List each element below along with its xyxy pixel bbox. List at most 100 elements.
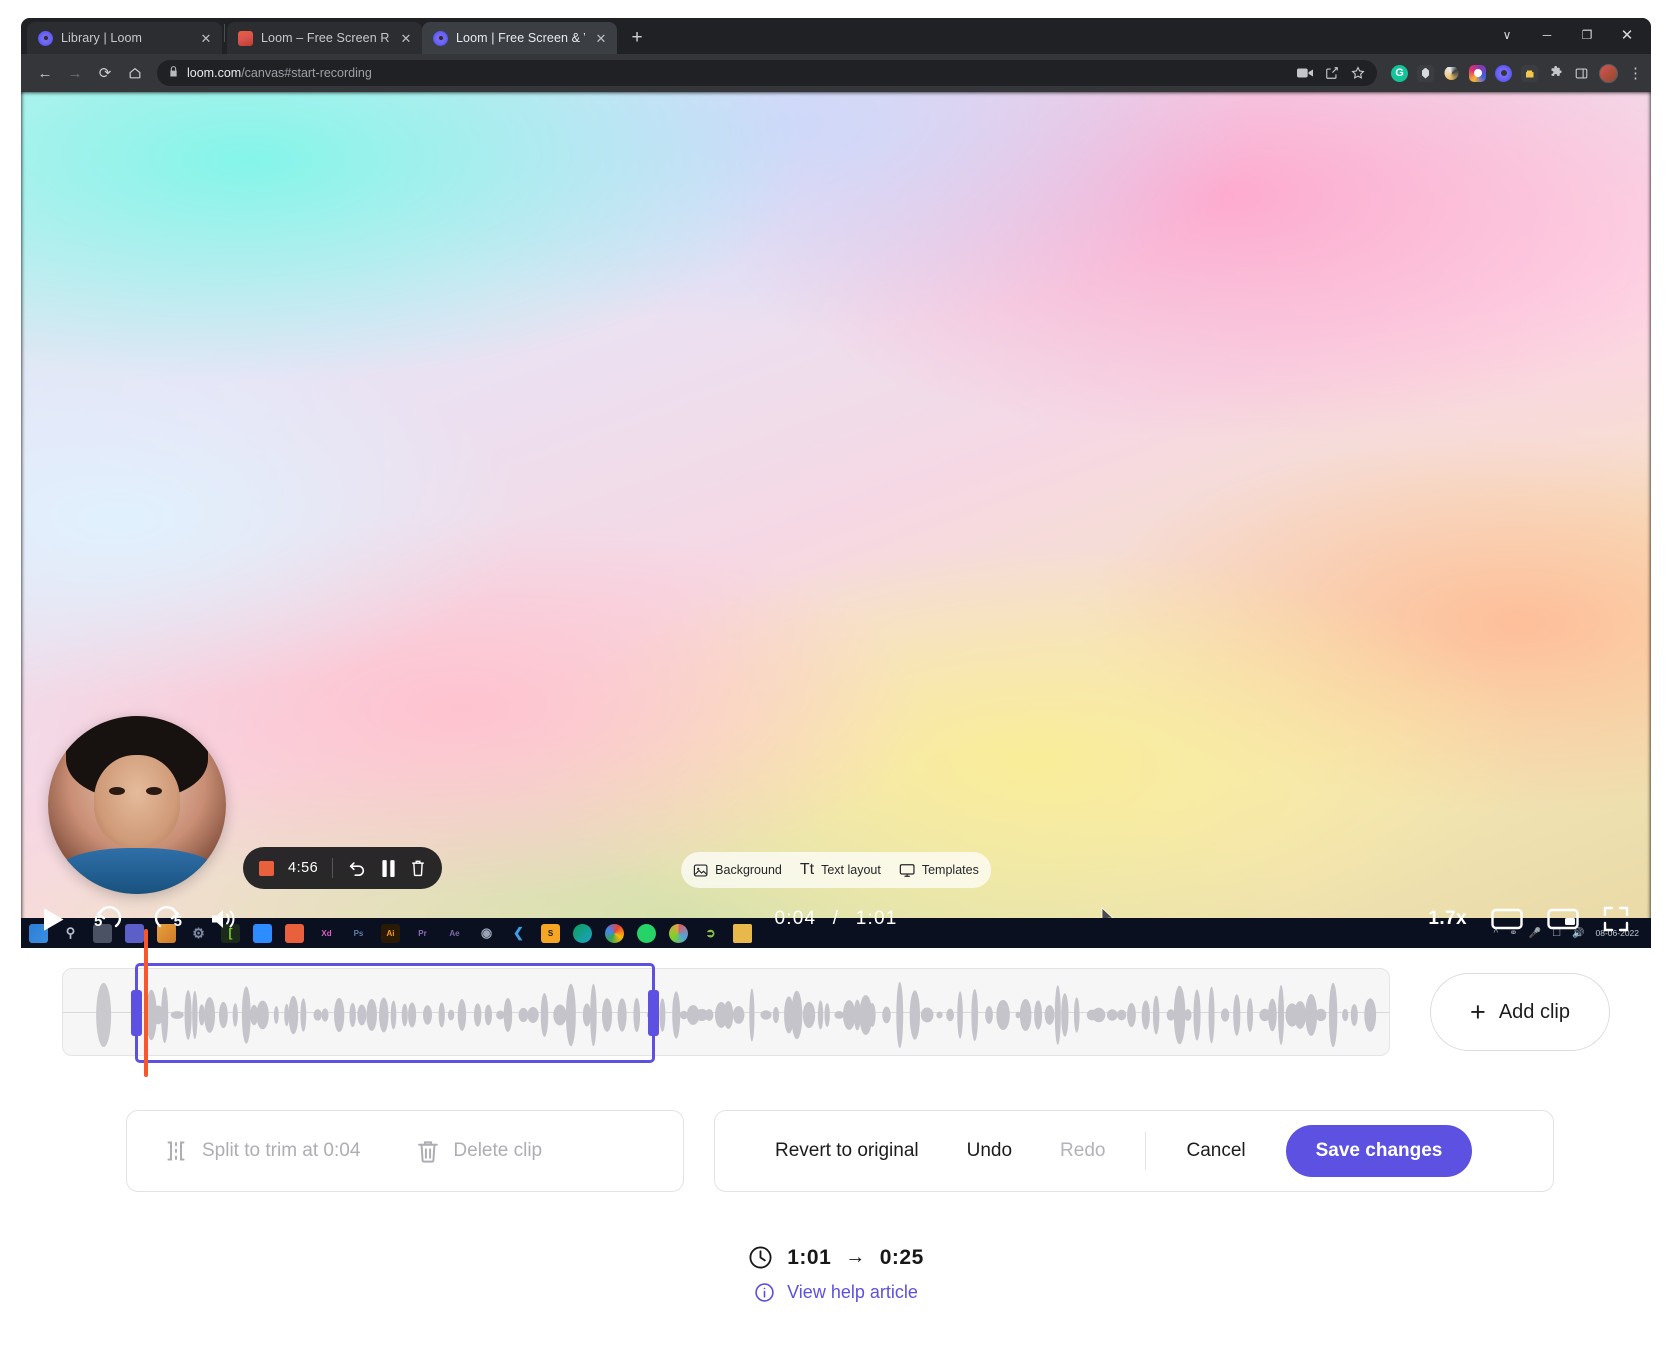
loom-icon bbox=[433, 30, 448, 46]
theater-mode-icon[interactable] bbox=[1491, 907, 1523, 931]
info-circle-icon bbox=[754, 1282, 775, 1303]
undo-restart-icon[interactable] bbox=[347, 859, 367, 877]
instagram-icon[interactable] bbox=[1469, 64, 1486, 82]
templates-label: Templates bbox=[921, 863, 979, 877]
browser-tab-loom-video-recorder[interactable]: Loom | Free Screen & Video Rec ✕ bbox=[422, 22, 617, 54]
delete-clip-button[interactable]: Delete clip bbox=[416, 1139, 542, 1164]
three-dot-menu-icon[interactable]: ⋮ bbox=[1620, 66, 1643, 81]
waveform-timeline[interactable] bbox=[62, 929, 1390, 1077]
background-label: Background bbox=[715, 863, 782, 877]
loom-extension-icon[interactable] bbox=[1495, 64, 1512, 82]
maximize-button[interactable]: ❐ bbox=[1567, 20, 1607, 50]
text-layout-button[interactable]: Tt Text layout bbox=[800, 862, 881, 878]
stop-square-icon[interactable] bbox=[259, 860, 274, 876]
fullscreen-icon[interactable] bbox=[1603, 906, 1629, 932]
pause-icon[interactable] bbox=[381, 859, 396, 877]
forward-icon[interactable]: → bbox=[61, 59, 89, 87]
forward-5-icon[interactable]: 5 bbox=[151, 904, 185, 934]
tab-title: Loom | Free Screen & Video Rec bbox=[456, 31, 585, 45]
text-tt-icon: Tt bbox=[799, 861, 815, 878]
footer: 1:01 → 0:25 View help article bbox=[0, 1245, 1672, 1303]
original-duration: 1:01 bbox=[787, 1245, 832, 1269]
timeline-row: + Add clip bbox=[0, 929, 1672, 1077]
close-icon[interactable]: ✕ bbox=[593, 30, 609, 46]
browser-window: Library | Loom ✕ Loom – Free Screen Reco… bbox=[21, 18, 1651, 948]
honey-icon[interactable] bbox=[1417, 64, 1434, 82]
close-icon[interactable]: ✕ bbox=[198, 30, 214, 46]
audio-waveform bbox=[96, 981, 1377, 1049]
tab-divider bbox=[224, 24, 225, 42]
webcam-bubble[interactable] bbox=[48, 716, 226, 894]
save-changes-button[interactable]: Save changes bbox=[1285, 1125, 1473, 1177]
split-brackets-icon bbox=[163, 1138, 189, 1164]
close-icon[interactable]: ✕ bbox=[398, 30, 414, 46]
profile-avatar[interactable] bbox=[1599, 63, 1618, 83]
time-separator: / bbox=[832, 908, 840, 929]
view-help-article-link[interactable]: View help article bbox=[754, 1282, 918, 1303]
password-lock-icon[interactable] bbox=[1521, 64, 1538, 82]
browser-tab-loom-recorder[interactable]: Loom – Free Screen Recorder & S ✕ bbox=[227, 22, 422, 54]
player-time-display: 0:04 / 1:01 bbox=[774, 908, 897, 930]
chevron-down-icon[interactable]: ∨ bbox=[1487, 20, 1527, 50]
omnibox-actions bbox=[1283, 66, 1365, 80]
undo-button[interactable]: Undo bbox=[943, 1140, 1036, 1162]
delete-clip-label: Delete clip bbox=[453, 1140, 543, 1161]
play-icon[interactable] bbox=[43, 907, 65, 932]
clip-actions-panel: Split to trim at 0:04 Delete clip bbox=[126, 1110, 684, 1192]
action-row: Split to trim at 0:04 Delete clip Revert… bbox=[0, 1110, 1672, 1192]
split-to-trim-button[interactable]: Split to trim at 0:04 bbox=[163, 1138, 360, 1164]
url-bar[interactable]: loom.com/canvas#start-recording bbox=[157, 60, 1377, 86]
camera-icon[interactable] bbox=[1297, 67, 1313, 79]
reload-icon[interactable]: ⟳ bbox=[91, 59, 119, 87]
minimize-button[interactable]: ─ bbox=[1527, 20, 1567, 50]
revert-to-original-button[interactable]: Revert to original bbox=[751, 1140, 943, 1162]
url-path: /canvas#start-recording bbox=[241, 66, 372, 80]
new-tab-button[interactable]: + bbox=[623, 23, 651, 51]
browser-tab-library[interactable]: Library | Loom ✕ bbox=[27, 22, 222, 54]
video-preview[interactable]: 4:56 Background Tt Text layout Templates… bbox=[21, 92, 1651, 948]
duration-summary: 1:01 → 0:25 bbox=[748, 1245, 924, 1270]
extensions-tray bbox=[1379, 63, 1618, 83]
back-icon[interactable]: ← bbox=[31, 59, 59, 87]
editor-toolbar-pill: Background Tt Text layout Templates bbox=[681, 852, 991, 888]
home-icon[interactable] bbox=[121, 59, 149, 87]
image-icon bbox=[693, 863, 708, 878]
playback-speed-label[interactable]: 1.7x bbox=[1428, 908, 1467, 930]
loom-icon bbox=[38, 30, 53, 46]
lock-icon bbox=[169, 64, 179, 82]
text-layout-label: Text layout bbox=[821, 863, 881, 877]
recording-controls-pill: 4:56 bbox=[243, 847, 443, 889]
redo-button[interactable]: Redo bbox=[1036, 1140, 1129, 1162]
monitor-icon bbox=[899, 863, 915, 878]
background-button[interactable]: Background bbox=[693, 863, 782, 878]
rewind-5-icon[interactable]: 5 bbox=[91, 904, 125, 934]
trash-icon[interactable] bbox=[410, 859, 426, 877]
adobe-icon[interactable] bbox=[1443, 65, 1460, 82]
puzzle-extensions-icon[interactable] bbox=[1547, 65, 1564, 82]
clock-icon bbox=[748, 1245, 773, 1270]
picture-in-picture-icon[interactable] bbox=[1547, 907, 1579, 931]
add-clip-button[interactable]: + Add clip bbox=[1430, 973, 1610, 1051]
share-icon[interactable] bbox=[1325, 66, 1339, 80]
split-to-trim-label: Split to trim at 0:04 bbox=[202, 1140, 361, 1161]
bookmark-star-icon[interactable] bbox=[1351, 66, 1365, 80]
forward-seconds-label: 5 bbox=[173, 913, 182, 930]
split-screen-icon[interactable] bbox=[1573, 65, 1590, 82]
tab-title: Library | Loom bbox=[61, 31, 143, 45]
divider bbox=[332, 858, 334, 878]
player-left-controls: 5 5 bbox=[43, 904, 239, 934]
playhead-marker[interactable] bbox=[144, 929, 148, 1077]
current-time: 0:04 bbox=[774, 908, 817, 929]
window-controls: ∨ ─ ❐ ✕ bbox=[1487, 20, 1647, 50]
plus-icon: + bbox=[1470, 996, 1486, 1027]
total-time: 1:01 bbox=[855, 908, 898, 929]
tab-strip: Library | Loom ✕ Loom – Free Screen Reco… bbox=[21, 18, 1651, 54]
grammarly-icon[interactable] bbox=[1391, 64, 1408, 82]
url-text: loom.com/canvas#start-recording bbox=[187, 66, 372, 80]
close-window-button[interactable]: ✕ bbox=[1607, 20, 1647, 50]
address-bar: ← → ⟳ loom.com/canvas#start-recording G … bbox=[21, 54, 1651, 92]
templates-button[interactable]: Templates bbox=[899, 863, 979, 878]
cancel-button[interactable]: Cancel bbox=[1162, 1140, 1269, 1162]
volume-icon[interactable] bbox=[211, 907, 239, 931]
player-control-bar: 5 5 0:04 / 1:01 1.7x bbox=[21, 890, 1651, 948]
